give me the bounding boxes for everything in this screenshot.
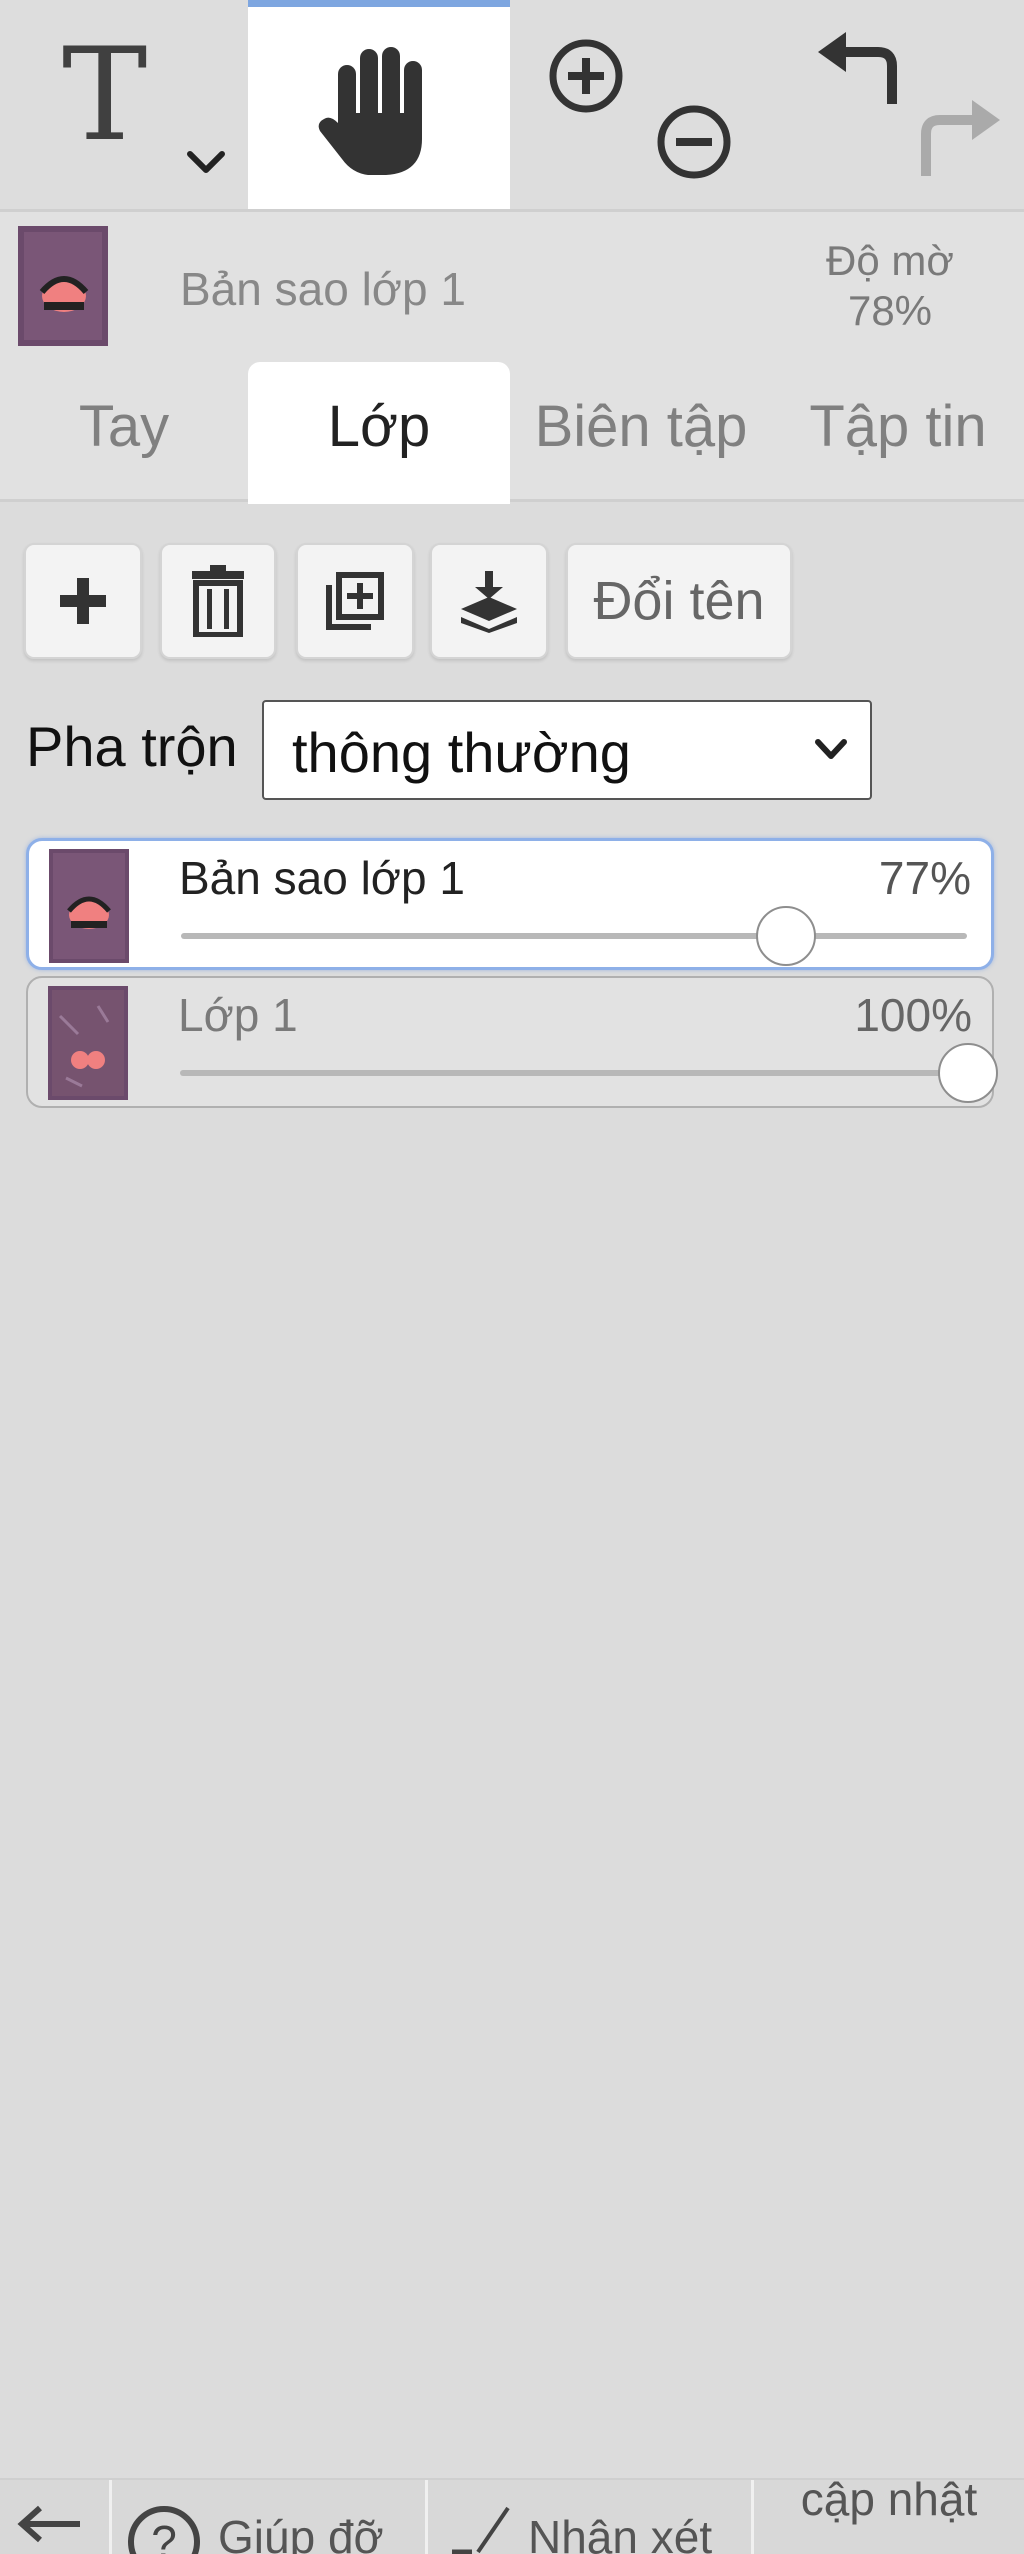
opacity-value: 78%: [847, 287, 933, 334]
undo-icon[interactable]: [812, 32, 902, 112]
bottom-bar: ? Giúp đỡ Nhận xét cập nhật: [0, 2478, 1024, 2554]
tab-layers[interactable]: Lớp: [248, 362, 510, 504]
slider-thumb[interactable]: [938, 1043, 998, 1103]
layer-name: Bản sao lớp 1: [179, 852, 465, 904]
merge-down-icon: [461, 571, 517, 633]
zoom-in-icon[interactable]: [546, 36, 626, 116]
tab-file[interactable]: Tập tin: [772, 362, 1024, 502]
zoom-out-icon[interactable]: [654, 102, 734, 182]
pencil-icon: [452, 2506, 510, 2554]
back-button[interactable]: [0, 2480, 112, 2554]
update-button[interactable]: cập nhật: [754, 2480, 1024, 2554]
layer-opacity-value: 77%: [878, 852, 971, 904]
help-button[interactable]: ? Giúp đỡ: [112, 2480, 428, 2554]
trash-icon: [192, 565, 244, 637]
layer-opacity-slider[interactable]: [181, 906, 967, 966]
redo-icon[interactable]: [916, 100, 1006, 180]
tab-edit[interactable]: Biên tập: [510, 362, 772, 502]
chevron-down-icon: [815, 739, 847, 759]
top-toolbar: T: [0, 0, 1024, 212]
merge-down-button[interactable]: [430, 543, 548, 659]
layer-thumbnail: [48, 986, 128, 1100]
layer-opacity-value: 100%: [854, 989, 972, 1041]
blend-mode-label: Pha trộn: [26, 715, 238, 778]
panel-tabs: Tay Lớp Biên tập Tập tin: [0, 362, 1024, 504]
layer-name: Lớp 1: [178, 989, 298, 1041]
current-layer-bar: Bản sao lớp 1 Độ mờ 78%: [0, 212, 1024, 362]
arrow-left-icon: [17, 2505, 80, 2543]
blend-mode-select[interactable]: thông thường: [262, 700, 872, 800]
add-icon: [60, 578, 106, 624]
help-label: Giúp đỡ: [218, 2511, 384, 2554]
help-icon: ?: [128, 2506, 200, 2554]
blend-mode-value: thông thường: [292, 721, 631, 784]
opacity-label: Độ mờ: [826, 237, 954, 284]
hand-icon: [318, 47, 422, 175]
add-layer-button[interactable]: [24, 543, 142, 659]
opacity-readout: Độ mờ 78%: [790, 236, 990, 336]
feedback-label: Nhận xét: [528, 2511, 713, 2554]
hand-tool-button[interactable]: [248, 0, 510, 209]
delete-layer-button[interactable]: [160, 543, 276, 659]
zoom-controls: [510, 0, 772, 209]
current-layer-name: Bản sao lớp 1: [180, 263, 466, 315]
text-tool-button[interactable]: T: [0, 0, 248, 209]
feedback-button[interactable]: Nhận xét: [428, 2480, 754, 2554]
duplicate-layer-button[interactable]: [296, 543, 414, 659]
svg-text:?: ?: [151, 2516, 177, 2554]
layer-row[interactable]: Lớp 1 100%: [26, 976, 998, 1108]
history-controls: [772, 0, 1024, 209]
layer-opacity-slider[interactable]: [180, 1043, 998, 1103]
rename-layer-button[interactable]: Đổi tên: [566, 543, 792, 659]
slider-thumb[interactable]: [756, 906, 817, 966]
layer-row[interactable]: Bản sao lớp 1 77%: [26, 838, 994, 970]
duplicate-icon: [326, 572, 384, 630]
layer-thumbnail: [49, 849, 129, 963]
tab-hand[interactable]: Tay: [0, 362, 248, 502]
current-layer-thumbnail: [18, 226, 108, 346]
text-tool-icon: T: [62, 21, 148, 170]
update-label: cập nhật: [800, 2480, 978, 2525]
chevron-down-icon[interactable]: [186, 150, 226, 176]
